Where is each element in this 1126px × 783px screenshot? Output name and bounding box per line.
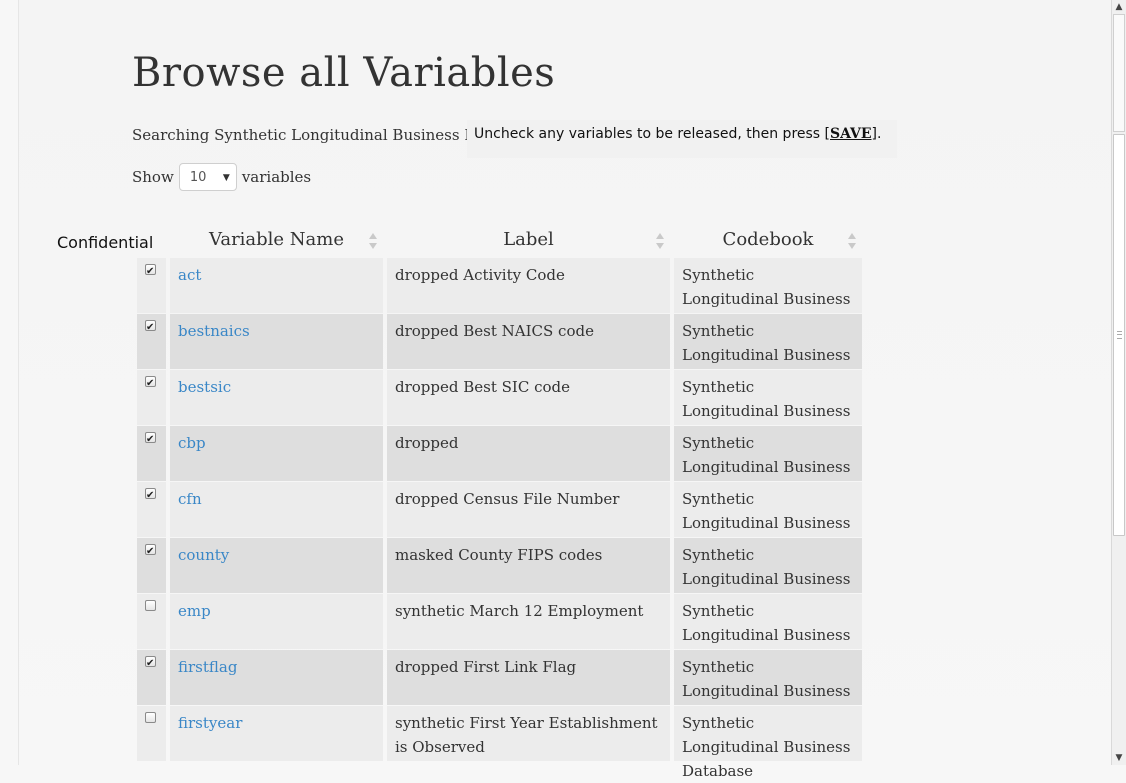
confidential-checkbox[interactable] [145,428,156,452]
grip-icon [1117,331,1122,339]
variable-name-link[interactable]: county [178,546,229,564]
variable-name-link[interactable]: bestsic [178,378,231,396]
chevron-down-icon: ▼ [222,173,230,183]
codebook-cell: Synthetic Longitudinal Business Database [674,370,862,444]
variable-name-link[interactable]: firstyear [178,714,242,732]
variable-name-link[interactable]: cbp [178,434,206,452]
column-header-variable-name[interactable]: Variable Name [170,226,383,254]
confidential-checkbox[interactable] [145,484,156,508]
column-header-label: Variable Name [208,229,345,250]
codebook-cell: Synthetic Longitudinal Business Database [674,426,862,500]
variable-name-cell: act [170,258,383,313]
label-cell: dropped First Link Flag [387,650,670,705]
variable-name-link[interactable]: bestnaics [178,322,250,340]
vertical-scrollbar[interactable]: ▲ ▼ [1111,0,1126,765]
label-cell: dropped Best SIC code [387,370,670,425]
column-header-label[interactable]: Label [387,226,670,254]
variable-name-cell: bestnaics [170,314,383,369]
variable-name-cell: bestsic [170,370,383,425]
column-header-label: Codebook [722,229,814,250]
scroll-up-arrow-icon[interactable]: ▲ [1112,0,1126,14]
confidential-cell [137,650,166,705]
confidential-checkbox[interactable] [145,316,156,340]
confidential-cell [137,370,166,425]
confidential-cell [137,258,166,313]
confidential-checkbox[interactable] [145,260,156,284]
page-length-select[interactable]: 10 ▼ [178,163,237,191]
column-header-label: Label [503,229,554,250]
confidential-checkbox[interactable] [145,652,156,676]
confidential-cell [137,594,166,649]
page-length-value: 10 [189,170,207,185]
instruction-banner: Uncheck any variables to be released, th… [467,120,897,158]
codebook-cell: Synthetic Longitudinal Business Database [674,258,862,332]
sort-icon [656,233,664,249]
confidential-checkbox[interactable] [145,712,156,723]
column-header-codebook[interactable]: Codebook [674,226,862,254]
scrollbar-track[interactable] [1113,14,1125,132]
confidential-cell [137,426,166,481]
codebook-cell: Synthetic Longitudinal Business Database [674,706,862,780]
codebook-cell: Synthetic Longitudinal Business Database [674,482,862,556]
confidential-checkbox[interactable] [145,540,156,564]
sort-icon [848,233,856,249]
variable-name-cell: emp [170,594,383,649]
codebook-cell: Synthetic Longitudinal Business Database [674,538,862,612]
variable-name-cell: cfn [170,482,383,537]
variable-name-link[interactable]: act [178,266,201,284]
variable-name-link[interactable]: cfn [178,490,202,508]
scrollbar-thumb[interactable] [1113,134,1125,536]
show-label: Show [132,168,174,186]
variables-label: variables [241,168,312,186]
label-cell: dropped Activity Code [387,258,670,313]
scroll-down-arrow-icon[interactable]: ▼ [1112,751,1126,765]
label-cell: dropped [387,426,670,481]
confidential-cell [137,538,166,593]
page-length-control: Show 10 ▼ variables [132,162,311,192]
label-cell: synthetic March 12 Employment [387,594,670,649]
label-cell: synthetic First Year Establishment is Ob… [387,706,670,761]
instruction-prefix: Uncheck any variables to be released, th… [474,126,831,142]
confidential-header: Confidential [57,233,154,252]
instruction-suffix: ]. [871,126,882,142]
confidential-checkbox[interactable] [145,600,156,611]
label-cell: dropped Census File Number [387,482,670,537]
page-content: Browse all Variables Searching Synthetic… [18,0,1111,780]
variable-name-cell: county [170,538,383,593]
confidential-cell [137,482,166,537]
variable-name-link[interactable]: firstflag [178,658,237,676]
save-link[interactable]: SAVE [830,126,872,142]
codebook-cell: Synthetic Longitudinal Business Database [674,314,862,388]
page-title: Browse all Variables [132,50,556,96]
sort-icon [369,233,377,249]
variable-name-cell: firstflag [170,650,383,705]
label-cell: dropped Best NAICS code [387,314,670,369]
variable-name-cell: cbp [170,426,383,481]
codebook-cell: Synthetic Longitudinal Business Database [674,594,862,668]
codebook-cell: Synthetic Longitudinal Business Database [674,650,862,724]
variable-name-link[interactable]: emp [178,602,211,620]
confidential-checkbox[interactable] [145,372,156,396]
label-cell: masked County FIPS codes [387,538,670,593]
confidential-cell [137,706,166,761]
confidential-cell [137,314,166,369]
variable-name-cell: firstyear [170,706,383,761]
